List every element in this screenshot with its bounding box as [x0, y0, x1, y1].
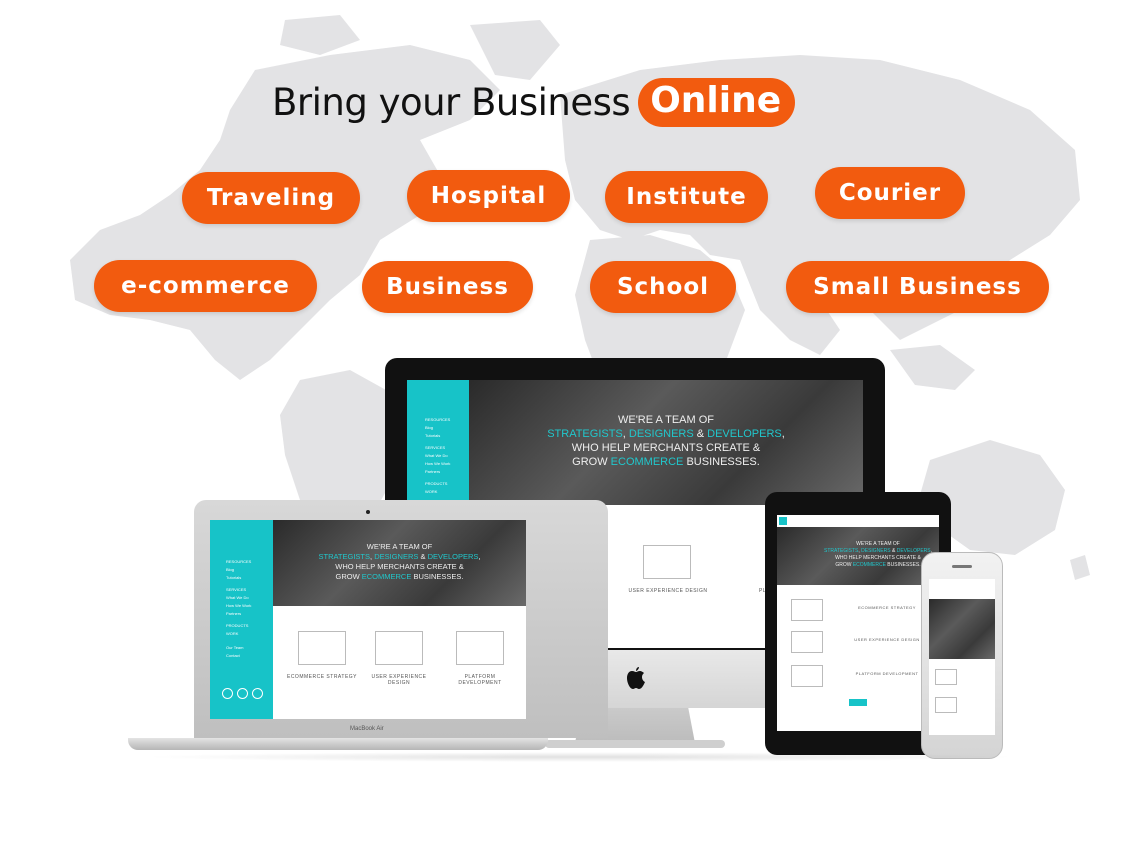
tablet-cta-button[interactable] — [849, 699, 867, 706]
phone-card-box-2 — [935, 697, 957, 713]
nav-tutorials[interactable]: Tutorials — [226, 574, 251, 582]
imac-hero: WE'RE A TEAM OF STRATEGISTS, DESIGNERS &… — [469, 380, 863, 505]
macbook-base — [128, 738, 548, 750]
nav-partners[interactable]: Partners — [226, 610, 251, 618]
macbook-card-strategy-box — [298, 631, 346, 665]
tablet-card-ux-title: USER EXPERIENCE DESIGN — [854, 637, 920, 642]
category-pill-school[interactable]: School — [590, 261, 736, 313]
nav-resources[interactable]: RESOURCES — [425, 416, 450, 424]
menu-icon[interactable] — [779, 517, 787, 525]
macbook-card-platform-box — [456, 631, 504, 665]
headline-highlight: Online — [638, 77, 796, 127]
macbook-card-platform-title: PLATFORM DEVELOPMENT — [458, 674, 502, 686]
macbook-hero: WE'RE A TEAM OF STRATEGISTS, DESIGNERS &… — [273, 520, 526, 606]
tablet-card-strategy-box — [791, 599, 823, 621]
hero-line-2: STRATEGISTS, DESIGNERS & DEVELOPERS, — [547, 428, 785, 440]
macbook-card-ux-title: USER EXPERIENCE DESIGN — [371, 674, 427, 686]
headline: Bring your Business Online — [272, 76, 796, 128]
macbook-device: RESOURCES Blog Tutorials SERVICES What W… — [128, 500, 608, 755]
nav-resources[interactable]: RESOURCES — [226, 558, 251, 566]
tablet-card-platform-box — [791, 665, 823, 687]
category-pill-courier[interactable]: Courier — [815, 167, 965, 219]
category-pill-institute[interactable]: Institute — [605, 171, 768, 223]
social-icons — [222, 688, 263, 699]
macbook-card-ux-box — [375, 631, 423, 665]
nav-blog[interactable]: Blog — [226, 566, 251, 574]
nav-services[interactable]: SERVICES — [226, 586, 251, 594]
hero-line-3: WHO HELP MERCHANTS CREATE & — [571, 442, 761, 454]
twitter-icon[interactable] — [222, 688, 233, 699]
nav-work[interactable]: WORK — [425, 488, 450, 496]
apple-logo-icon — [627, 667, 645, 689]
hero-line-4: GROW ECOMMERCE BUSINESSES. — [572, 456, 760, 468]
nav-services[interactable]: SERVICES — [425, 444, 450, 452]
tablet-card-ux-box — [791, 631, 823, 653]
category-pill-traveling[interactable]: Traveling — [182, 172, 360, 224]
banner: Bring your Business Online Traveling Hos… — [0, 0, 1138, 860]
phone-screen — [929, 579, 995, 735]
phone-earpiece — [952, 565, 972, 568]
instagram-icon[interactable] — [252, 688, 263, 699]
nav-what-we-do[interactable]: What We Do — [226, 594, 251, 602]
nav-contact[interactable]: Contact — [226, 652, 251, 660]
hero-line-2: STRATEGISTS, DESIGNERS & DEVELOPERS, — [318, 552, 481, 561]
imac-card-ux-box — [643, 545, 691, 579]
tablet-hero: WE'RE A TEAM OF STRATEGISTS, DESIGNERS &… — [777, 527, 939, 585]
category-pill-ecommerce[interactable]: e-commerce — [94, 260, 317, 312]
nav-our-team[interactable]: Our Team — [226, 644, 251, 652]
category-pill-business[interactable]: Business — [362, 261, 533, 313]
headline-text: Bring your Business — [272, 80, 631, 124]
nav-products[interactable]: PRODUCTS — [226, 622, 251, 630]
phone-card-box-1 — [935, 669, 957, 685]
imac-stand-base — [545, 740, 725, 748]
device-shadow — [140, 752, 1020, 762]
hero-line-4: GROW ECOMMERCE BUSINESSES. — [335, 572, 464, 581]
nav-how-we-work[interactable]: How We Work — [226, 602, 251, 610]
tablet-card-strategy-title: ECOMMERCE STRATEGY — [858, 605, 916, 610]
hero-line-3: WHO HELP MERCHANTS CREATE & — [335, 562, 464, 571]
nav-products[interactable]: PRODUCTS — [425, 480, 450, 488]
hero-line-1: WE'RE A TEAM OF — [617, 414, 715, 426]
hero-line-1: WE'RE A TEAM OF — [856, 541, 900, 547]
macbook-card-strategy-title: ECOMMERCE STRATEGY — [286, 674, 358, 680]
tablet-top-bar — [777, 515, 939, 527]
nav-what-we-do[interactable]: What We Do — [425, 452, 450, 460]
nav-tutorials[interactable]: Tutorials — [425, 432, 450, 440]
imac-card-ux-title: USER EXPERIENCE DESIGN — [628, 588, 708, 594]
category-pill-hospital[interactable]: Hospital — [407, 170, 570, 222]
hero-line-2: STRATEGISTS, DESIGNERS & DEVELOPERS, — [823, 548, 932, 554]
category-pill-small-business[interactable]: Small Business — [786, 261, 1049, 313]
tablet-card-platform-title: PLATFORM DEVELOPMENT — [855, 671, 919, 676]
hero-line-1: WE'RE A TEAM OF — [366, 542, 433, 551]
facebook-icon[interactable] — [237, 688, 248, 699]
phone-device — [921, 552, 1003, 759]
macbook-label: MacBook Air — [350, 726, 384, 732]
nav-partners[interactable]: Partners — [425, 468, 450, 476]
imac-sidebar-nav: RESOURCES Blog Tutorials SERVICES What W… — [425, 416, 450, 496]
macbook-screen: RESOURCES Blog Tutorials SERVICES What W… — [210, 520, 526, 719]
macbook-camera — [366, 510, 370, 514]
nav-how-we-work[interactable]: How We Work — [425, 460, 450, 468]
macbook-sidebar-nav: RESOURCES Blog Tutorials SERVICES What W… — [226, 558, 251, 660]
nav-blog[interactable]: Blog — [425, 424, 450, 432]
macbook-sidebar: RESOURCES Blog Tutorials SERVICES What W… — [210, 520, 273, 719]
tablet-screen: WE'RE A TEAM OF STRATEGISTS, DESIGNERS &… — [777, 515, 939, 731]
phone-hero — [929, 599, 995, 659]
nav-work[interactable]: WORK — [226, 630, 251, 638]
